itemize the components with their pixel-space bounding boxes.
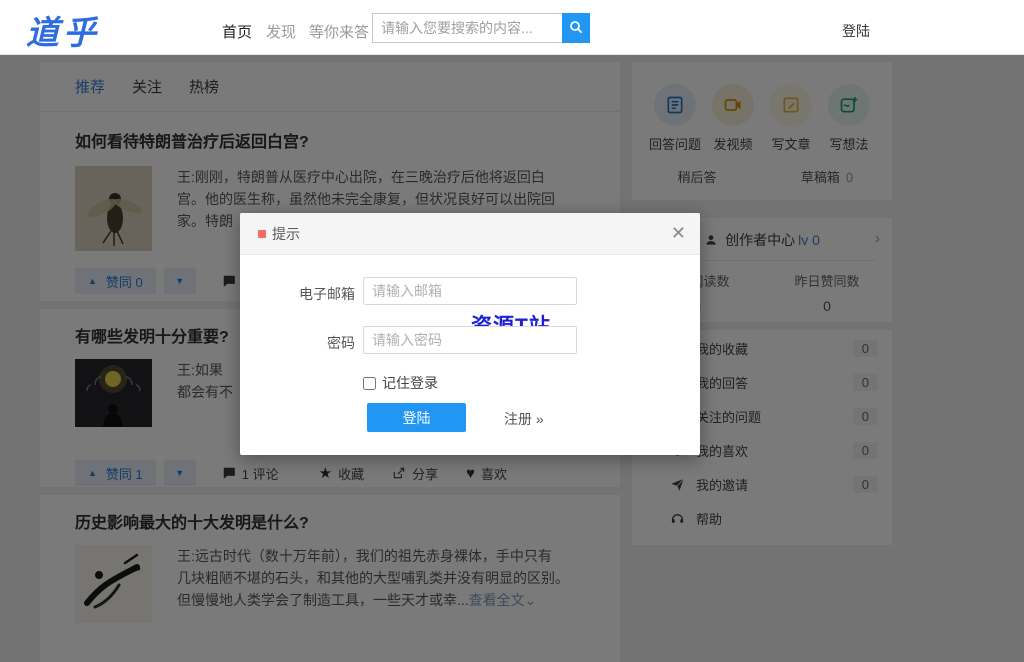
password-label: 密码	[327, 335, 355, 351]
alert-square-icon	[258, 230, 266, 238]
modal-title: 提示	[272, 226, 300, 242]
close-icon[interactable]: ✕	[671, 223, 686, 244]
main-area: 推荐 关注 热榜 如何看待特朗普治疗后返回白宫?	[0, 55, 1024, 662]
remember-login-label: 记住登录	[382, 375, 438, 391]
remember-login-checkbox[interactable]	[363, 376, 376, 390]
login-link[interactable]: 登陆	[842, 21, 870, 41]
password-field[interactable]	[363, 326, 577, 354]
nav-item-home[interactable]: 首页	[222, 21, 252, 42]
nav-item-discover[interactable]: 发现	[266, 21, 296, 42]
email-field[interactable]	[363, 277, 577, 305]
search-button[interactable]	[562, 13, 590, 43]
nav-item-waiting-answer[interactable]: 等你来答	[309, 21, 369, 42]
app-window: 道乎 首页 发现 等你来答 登陆 推荐 关注 热榜 如何看待特朗普治疗后返	[0, 0, 1024, 662]
search-input[interactable]	[372, 13, 562, 43]
remember-login-row: 记住登录	[363, 373, 438, 393]
modal-header: 提示 ✕	[240, 213, 700, 255]
register-link[interactable]: 注册 »	[504, 409, 544, 429]
site-logo[interactable]: 道乎	[26, 6, 100, 54]
email-label: 电子邮箱	[299, 286, 355, 302]
login-modal: 提示 ✕ 电子邮箱 资源T站 密码 记住登录 登陆 注册 »	[240, 213, 700, 455]
top-navbar: 道乎 首页 发现 等你来答 登陆	[0, 0, 1024, 55]
search-box	[372, 13, 590, 43]
login-submit-button[interactable]: 登陆	[367, 403, 466, 432]
search-icon	[568, 19, 584, 38]
